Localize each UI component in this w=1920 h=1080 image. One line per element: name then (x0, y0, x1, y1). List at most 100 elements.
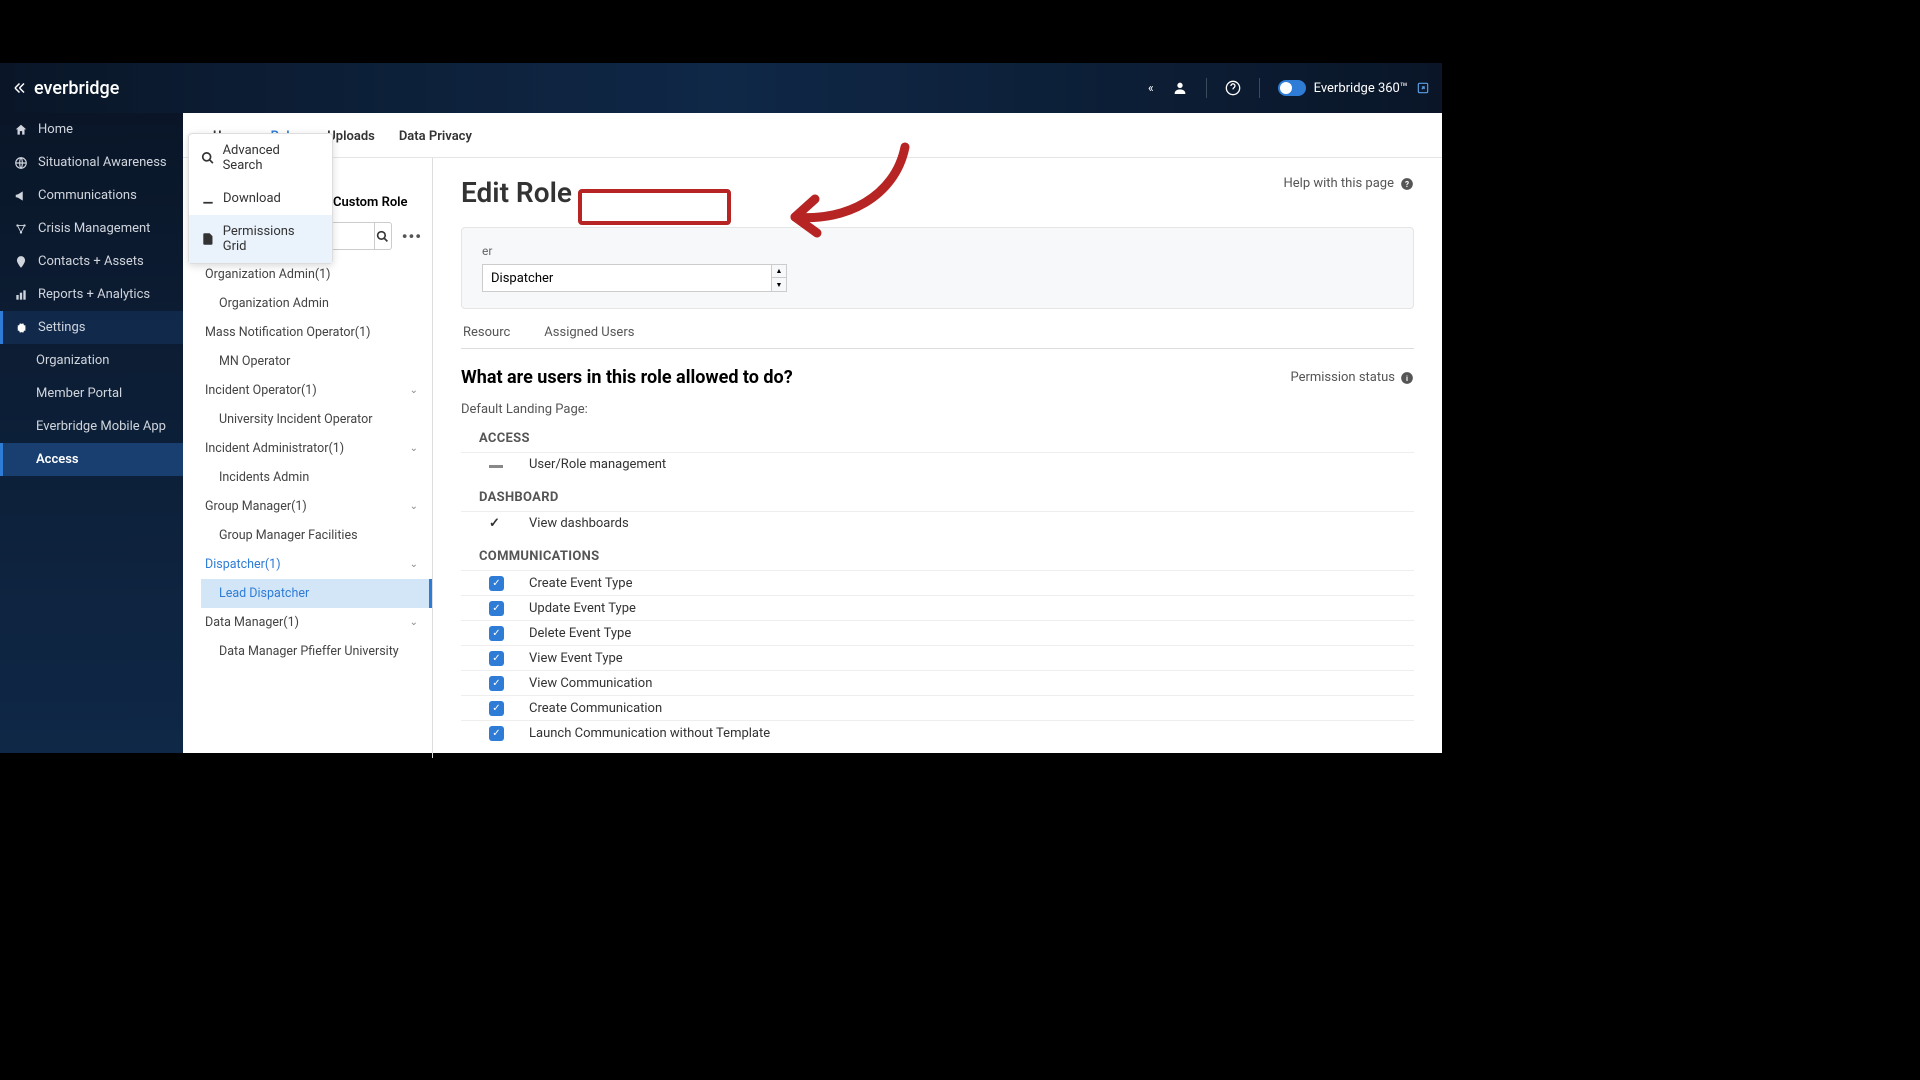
checkbox-icon[interactable]: ✓ (489, 626, 504, 641)
perm-label: View Communication (529, 676, 652, 691)
tree-group-group-mgr[interactable]: Group Manager(1)⌄ (201, 492, 422, 521)
gear-icon (14, 321, 28, 335)
checkbox-icon[interactable]: ✓ (489, 651, 504, 666)
tree-item-lead-dispatcher[interactable]: Lead Dispatcher (201, 579, 432, 608)
sidebar-item-label: Access (36, 452, 79, 467)
tab-data-privacy[interactable]: Data Privacy (397, 123, 474, 157)
minus-icon[interactable] (489, 457, 505, 472)
topbar: everbridge « Everbridge 360™ (0, 63, 1442, 113)
brand-logo: everbridge (12, 78, 119, 99)
tree-item-mn-operator[interactable]: MN Operator (201, 347, 422, 376)
sidebar-item-label: Situational Awareness (38, 155, 167, 170)
sidebar-item-access[interactable]: Access (0, 443, 183, 476)
user-icon[interactable] (1172, 80, 1188, 96)
tree-item-incidents-admin[interactable]: Incidents Admin (201, 463, 422, 492)
checkbox-icon[interactable]: ✓ (489, 601, 504, 616)
perm-row: ✓View Event Type (461, 645, 1414, 670)
sidebar-item-crisis[interactable]: Crisis Management (0, 212, 183, 245)
product-toggle[interactable] (1278, 80, 1306, 96)
sidebar-item-communications[interactable]: Communications (0, 179, 183, 212)
megaphone-icon (14, 189, 28, 203)
sidebar-item-contacts[interactable]: Contacts + Assets (0, 245, 183, 278)
check-icon[interactable]: ✓ (489, 516, 505, 531)
sidebar-item-label: Organization (36, 353, 109, 368)
chevron-down-icon: ⌄ (410, 501, 418, 512)
info-icon: i (1400, 371, 1414, 385)
checkbox-icon[interactable]: ✓ (489, 726, 504, 741)
sidebar-item-label: Settings (38, 320, 85, 335)
dropdown-download[interactable]: Download (189, 182, 332, 215)
tree-item-data-mgr-pf[interactable]: Data Manager Pfieffer University (201, 637, 422, 666)
role-name-input[interactable] (482, 264, 772, 292)
landing-page-label: Default Landing Page: (461, 402, 1414, 417)
pin-icon (14, 255, 28, 269)
perm-row: ✓ Update Event Type (461, 595, 1414, 620)
role-form: er ▲▼ (461, 227, 1414, 309)
product-label: Everbridge 360™ (1314, 81, 1408, 96)
sidebar-item-situational[interactable]: Situational Awareness (0, 146, 183, 179)
external-icon[interactable] (1416, 81, 1430, 95)
sidebar-item-member-portal[interactable]: Member Portal (0, 377, 183, 410)
subtab-assigned-users[interactable]: Assigned Users (542, 317, 636, 348)
help-icon[interactable] (1225, 80, 1241, 96)
globe-icon (14, 156, 28, 170)
dropdown-permissions-grid[interactable]: Permissions Grid (189, 215, 332, 263)
input-spinner[interactable]: ▲▼ (772, 264, 787, 292)
home-icon (14, 123, 28, 137)
subtab-resources[interactable]: Resourc (461, 317, 512, 348)
perm-group-dashboard: DASHBOARD (479, 490, 1414, 505)
more-dropdown: Advanced Search Download Permissions Gri… (188, 133, 333, 264)
sidebar-item-label: Reports + Analytics (38, 287, 150, 302)
tree-group-data-mgr[interactable]: Data Manager(1)⌄ (201, 608, 422, 637)
download-icon (201, 192, 215, 206)
perm-row: ✓Create Event Type (461, 570, 1414, 595)
checkbox-icon[interactable]: ✓ (489, 701, 504, 716)
more-menu-button[interactable]: ••• (402, 227, 422, 246)
tree-group-incident-admin[interactable]: Incident Administrator(1)⌄ (201, 434, 422, 463)
editor: Edit Role Help with this page ? er ▲▼ Re… (433, 158, 1442, 758)
sidebar-item-mobile-app[interactable]: Everbridge Mobile App (0, 410, 183, 443)
page-title: Edit Role (461, 176, 572, 209)
permission-status[interactable]: Permission status i (1290, 370, 1414, 385)
perm-row: ✓ View Communication (461, 670, 1414, 695)
perm-row: ✓Create Communication (461, 695, 1414, 720)
sidebar-item-label: Communications (38, 188, 137, 203)
tree-item-group-mgr-fac[interactable]: Group Manager Facilities (201, 521, 422, 550)
chevron-down-icon: ⌄ (410, 617, 418, 628)
tree-group-dispatcher[interactable]: Dispatcher(1)⌄ (201, 550, 422, 579)
perm-label: Launch Communication without Template (529, 726, 770, 741)
sidebar-item-label: Member Portal (36, 386, 122, 401)
svg-text:i: i (1406, 373, 1408, 382)
grid-icon (201, 232, 215, 246)
brand-text: everbridge (34, 78, 119, 99)
sidebar-item-organization[interactable]: Organization (0, 344, 183, 377)
checkbox-icon[interactable]: ✓ (489, 676, 504, 691)
search-icon (201, 151, 215, 165)
sidebar-item-label: Contacts + Assets (38, 254, 144, 269)
dropdown-advanced-search[interactable]: Advanced Search (189, 134, 332, 182)
tree-group-mass-notif[interactable]: Mass Notification Operator(1) (201, 318, 422, 347)
sidebar-item-label: Home (38, 122, 73, 137)
tree-group-org-admin[interactable]: Organization Admin(1) (201, 260, 422, 289)
sidebar-item-settings[interactable]: Settings (0, 311, 183, 344)
sidebar-item-home[interactable]: Home (0, 113, 183, 146)
tree-item-org-admin[interactable]: Organization Admin (201, 289, 422, 318)
checkbox-icon[interactable]: ✓ (489, 576, 504, 591)
tab-uploads[interactable]: Uploads (325, 123, 377, 157)
help-icon: ? (1400, 177, 1414, 191)
chevron-down-icon: ⌄ (410, 443, 418, 454)
main: Users Roles Uploads Data Privacy Roles +… (183, 113, 1442, 753)
perm-label: Update Event Type (529, 601, 636, 616)
sidebar-item-label: Everbridge Mobile App (36, 419, 166, 434)
chart-icon (14, 288, 28, 302)
tree-group-incident-op[interactable]: Incident Operator(1)⌄ (201, 376, 422, 405)
sidebar-item-reports[interactable]: Reports + Analytics (0, 278, 183, 311)
tabs: Users Roles Uploads Data Privacy (183, 113, 1442, 158)
perm-row: ✓ View dashboards (461, 511, 1414, 535)
search-button[interactable] (375, 222, 392, 250)
tree-item-univ-incident[interactable]: University Incident Operator (201, 405, 422, 434)
perm-group-access: ACCESS (479, 431, 1414, 446)
help-link[interactable]: Help with this page ? (1284, 176, 1415, 191)
subtabs: Resourc Assigned Users (461, 317, 1414, 349)
collapse-icon[interactable]: « (1148, 81, 1154, 95)
